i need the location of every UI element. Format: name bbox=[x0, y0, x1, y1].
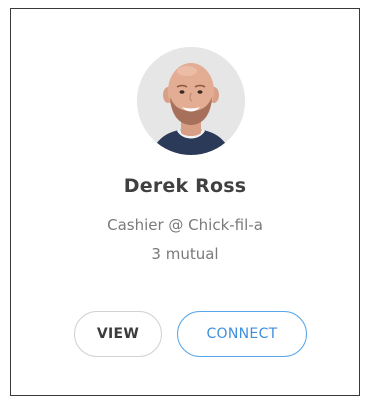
avatar-photo bbox=[137, 47, 245, 155]
profile-role: Cashier @ Chick-fil-a bbox=[107, 216, 263, 234]
view-button-label: VIEW bbox=[96, 326, 140, 342]
avatar bbox=[137, 47, 245, 155]
connect-button[interactable]: CONNECT bbox=[177, 311, 307, 357]
view-button[interactable]: VIEW bbox=[74, 311, 162, 357]
connect-button-label: CONNECT bbox=[206, 326, 278, 342]
profile-card: Derek Ross Cashier @ Chick-fil-a 3 mutua… bbox=[10, 8, 360, 396]
profile-name: Derek Ross bbox=[123, 175, 247, 197]
mutual-count: 3 mutual bbox=[151, 245, 219, 263]
